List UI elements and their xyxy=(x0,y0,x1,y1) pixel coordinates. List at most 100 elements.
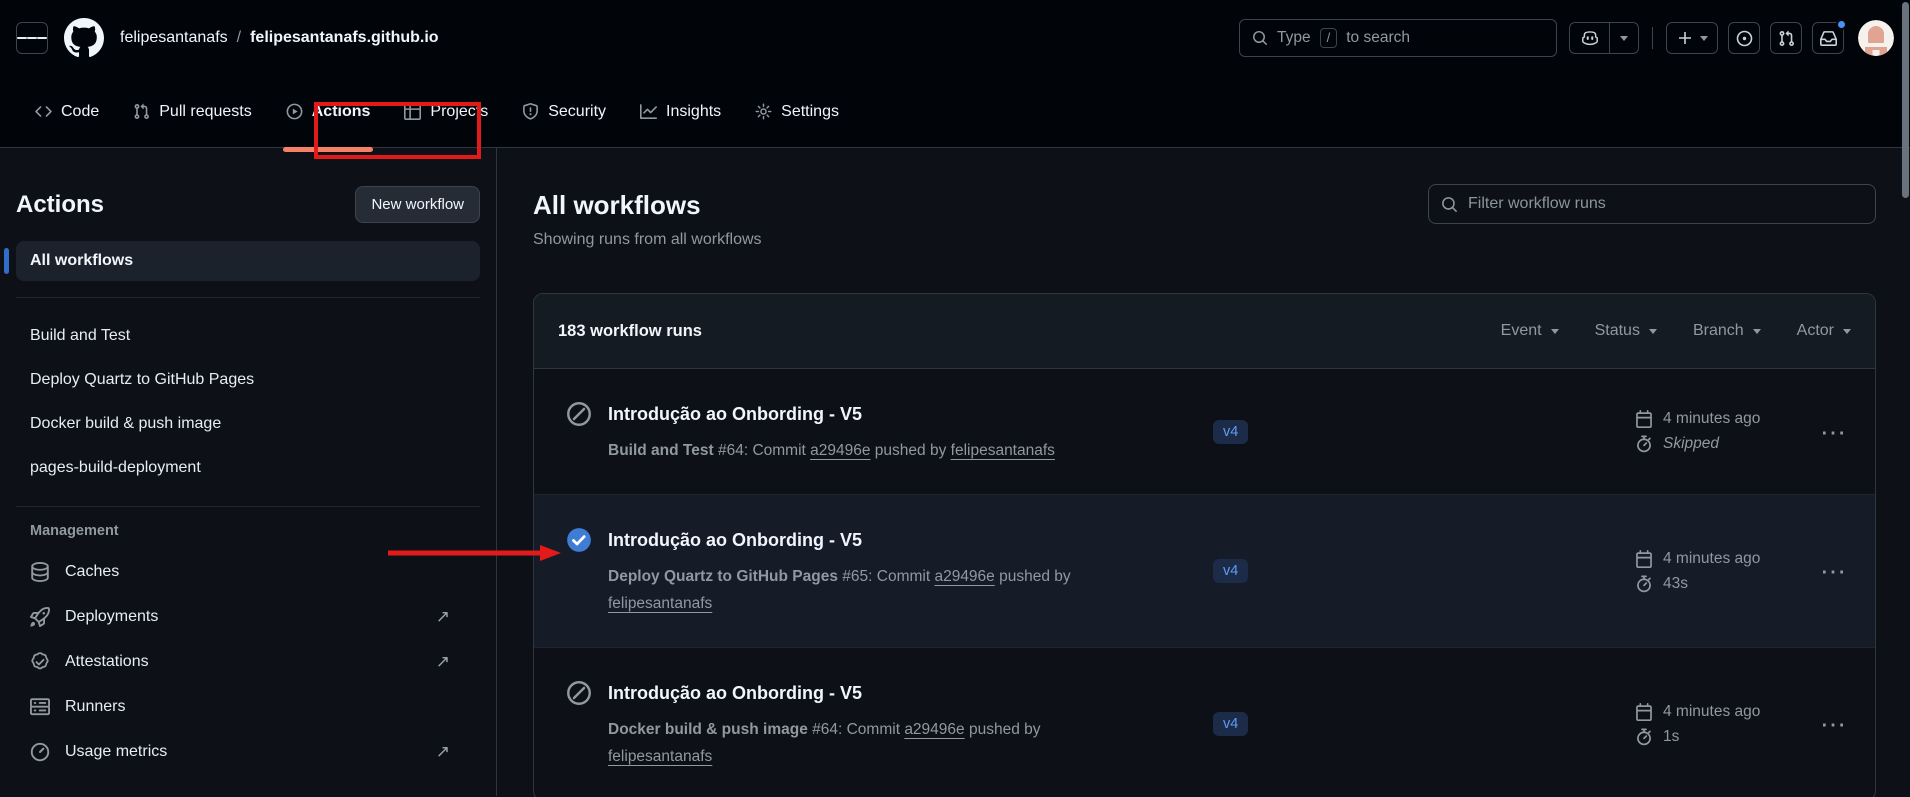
sidebar-item-attestations[interactable]: Attestations ↗ xyxy=(16,639,480,684)
server-icon xyxy=(30,697,50,717)
workflow-run-row[interactable]: Introdução ao Onbording - V5 Build and T… xyxy=(534,369,1875,494)
vertical-scrollbar[interactable] xyxy=(1902,2,1909,198)
workflow-run-row[interactable]: Introdução ao Onbording - V5 Deploy Quar… xyxy=(534,494,1875,647)
commit-link[interactable]: a29496e xyxy=(904,721,964,738)
repo-nav: Code Pull requests Actions Projects Secu… xyxy=(0,76,1910,148)
copilot-button[interactable] xyxy=(1570,23,1610,53)
workflows-main: All workflows Showing runs from all work… xyxy=(497,148,1910,796)
calendar-icon xyxy=(1635,703,1653,721)
branch-badge[interactable]: v4 xyxy=(1213,559,1248,583)
workflow-run-row[interactable]: Introdução ao Onbording - V5 Docker buil… xyxy=(534,647,1875,797)
run-title-link[interactable]: Introdução ao Onbording - V5 xyxy=(608,399,862,429)
search-icon xyxy=(1441,196,1458,213)
chevron-down-icon xyxy=(1551,329,1559,334)
sidebar-item-all-workflows[interactable]: All workflows xyxy=(16,241,480,281)
git-pull-request-icon xyxy=(133,103,150,120)
run-subtitle: Docker build & push image #64: Commit a2… xyxy=(608,716,1213,770)
github-actions-page: felipesantanafs / felipesantanafs.github… xyxy=(0,0,1910,797)
play-icon xyxy=(286,103,303,120)
branch-filter-dropdown[interactable]: Branch xyxy=(1693,322,1761,340)
create-new-button[interactable] xyxy=(1666,22,1718,54)
sidebar-item-usage-metrics[interactable]: Usage metrics ↗ xyxy=(16,729,480,774)
branch-badge[interactable]: v4 xyxy=(1213,420,1248,444)
tab-projects[interactable]: Projects xyxy=(393,76,499,147)
run-options-kebab-icon[interactable]: ⋯ xyxy=(1815,417,1851,447)
run-title-link[interactable]: Introdução ao Onbording - V5 xyxy=(608,525,862,555)
commit-link[interactable]: a29496e xyxy=(934,568,994,585)
tab-code[interactable]: Code xyxy=(24,76,110,147)
global-search-input[interactable]: Type / to search xyxy=(1239,19,1557,57)
pull-requests-button[interactable] xyxy=(1770,22,1802,54)
branch-badge[interactable]: v4 xyxy=(1213,712,1248,736)
new-workflow-button[interactable]: New workflow xyxy=(355,186,480,223)
shield-icon xyxy=(522,103,539,120)
tab-pull-requests[interactable]: Pull requests xyxy=(122,76,263,147)
code-icon xyxy=(35,103,52,120)
graph-icon xyxy=(640,103,657,120)
actor-filter-dropdown[interactable]: Actor xyxy=(1797,322,1851,340)
top-header: felipesantanafs / felipesantanafs.github… xyxy=(0,0,1910,76)
chevron-down-icon xyxy=(1700,36,1708,41)
calendar-icon xyxy=(1635,550,1653,568)
tab-actions[interactable]: Actions xyxy=(275,76,382,147)
run-subtitle: Deploy Quartz to GitHub Pages #65: Commi… xyxy=(608,563,1213,617)
run-meta: 4 minutes ago Skipped xyxy=(1635,410,1803,453)
issues-button[interactable] xyxy=(1728,22,1760,54)
external-link-icon: ↗ xyxy=(436,652,450,672)
run-options-kebab-icon[interactable]: ⋯ xyxy=(1815,709,1851,739)
calendar-icon xyxy=(1635,410,1653,428)
table-icon xyxy=(404,103,421,120)
run-options-kebab-icon[interactable]: ⋯ xyxy=(1815,556,1851,586)
external-link-icon: ↗ xyxy=(436,742,450,762)
sidebar-workflow-build-and-test[interactable]: Build and Test xyxy=(16,314,480,358)
hamburger-menu-icon[interactable] xyxy=(16,22,48,54)
meter-icon xyxy=(30,742,50,762)
copilot-icon xyxy=(1581,29,1599,47)
cache-database-icon xyxy=(30,562,50,582)
status-filter-dropdown[interactable]: Status xyxy=(1595,322,1657,340)
actor-link[interactable]: felipesantanafs xyxy=(608,743,712,770)
sidebar-item-caches[interactable]: Caches xyxy=(16,549,480,594)
status-skipped-icon xyxy=(566,680,592,706)
slash-keycap: / xyxy=(1320,28,1338,48)
run-time: 4 minutes ago xyxy=(1663,410,1760,428)
tab-insights[interactable]: Insights xyxy=(629,76,732,147)
active-tab-indicator xyxy=(283,147,374,152)
sidebar-item-deployments[interactable]: Deployments ↗ xyxy=(16,594,480,639)
sidebar-divider xyxy=(16,506,480,507)
plus-icon xyxy=(1677,30,1693,46)
actor-link[interactable]: felipesantanafs xyxy=(608,590,712,617)
sidebar-item-runners[interactable]: Runners xyxy=(16,684,480,729)
breadcrumb-separator: / xyxy=(237,29,241,47)
page-subtitle: Showing runs from all workflows xyxy=(533,231,1876,249)
breadcrumb-repo[interactable]: felipesantanafs.github.io xyxy=(250,29,438,47)
filter-workflow-runs-input[interactable] xyxy=(1468,195,1863,213)
copilot-dropdown[interactable] xyxy=(1610,23,1638,53)
workflow-runs-card: 183 workflow runs Event Status Branch Ac… xyxy=(533,293,1876,797)
tab-security[interactable]: Security xyxy=(511,76,617,147)
run-title-link[interactable]: Introdução ao Onbording - V5 xyxy=(608,678,862,708)
sidebar-workflow-deploy-quartz[interactable]: Deploy Quartz to GitHub Pages xyxy=(16,358,480,402)
stopwatch-icon xyxy=(1635,728,1653,746)
avatar[interactable] xyxy=(1858,20,1894,56)
sidebar-workflow-docker-build[interactable]: Docker build & push image xyxy=(16,402,480,446)
chevron-down-icon xyxy=(1753,329,1761,334)
stopwatch-icon xyxy=(1635,575,1653,593)
inbox-button[interactable] xyxy=(1812,22,1844,54)
status-skipped-icon xyxy=(566,401,592,427)
run-meta: 4 minutes ago 1s xyxy=(1635,703,1803,746)
header-divider xyxy=(1652,27,1653,49)
commit-link[interactable]: a29496e xyxy=(810,442,870,459)
breadcrumb-owner[interactable]: felipesantanafs xyxy=(120,29,228,47)
tab-settings[interactable]: Settings xyxy=(744,76,850,147)
external-link-icon: ↗ xyxy=(436,607,450,627)
event-filter-dropdown[interactable]: Event xyxy=(1501,322,1559,340)
github-logo-icon[interactable] xyxy=(64,18,104,58)
run-time: 4 minutes ago xyxy=(1663,550,1760,568)
sidebar-workflow-pages-build-deployment[interactable]: pages-build-deployment xyxy=(16,446,480,490)
sidebar-title: Actions xyxy=(16,191,104,219)
run-time: 4 minutes ago xyxy=(1663,703,1760,721)
actor-link[interactable]: felipesantanafs xyxy=(951,442,1055,459)
status-success-icon xyxy=(566,527,592,553)
copilot-button-group xyxy=(1569,22,1639,54)
